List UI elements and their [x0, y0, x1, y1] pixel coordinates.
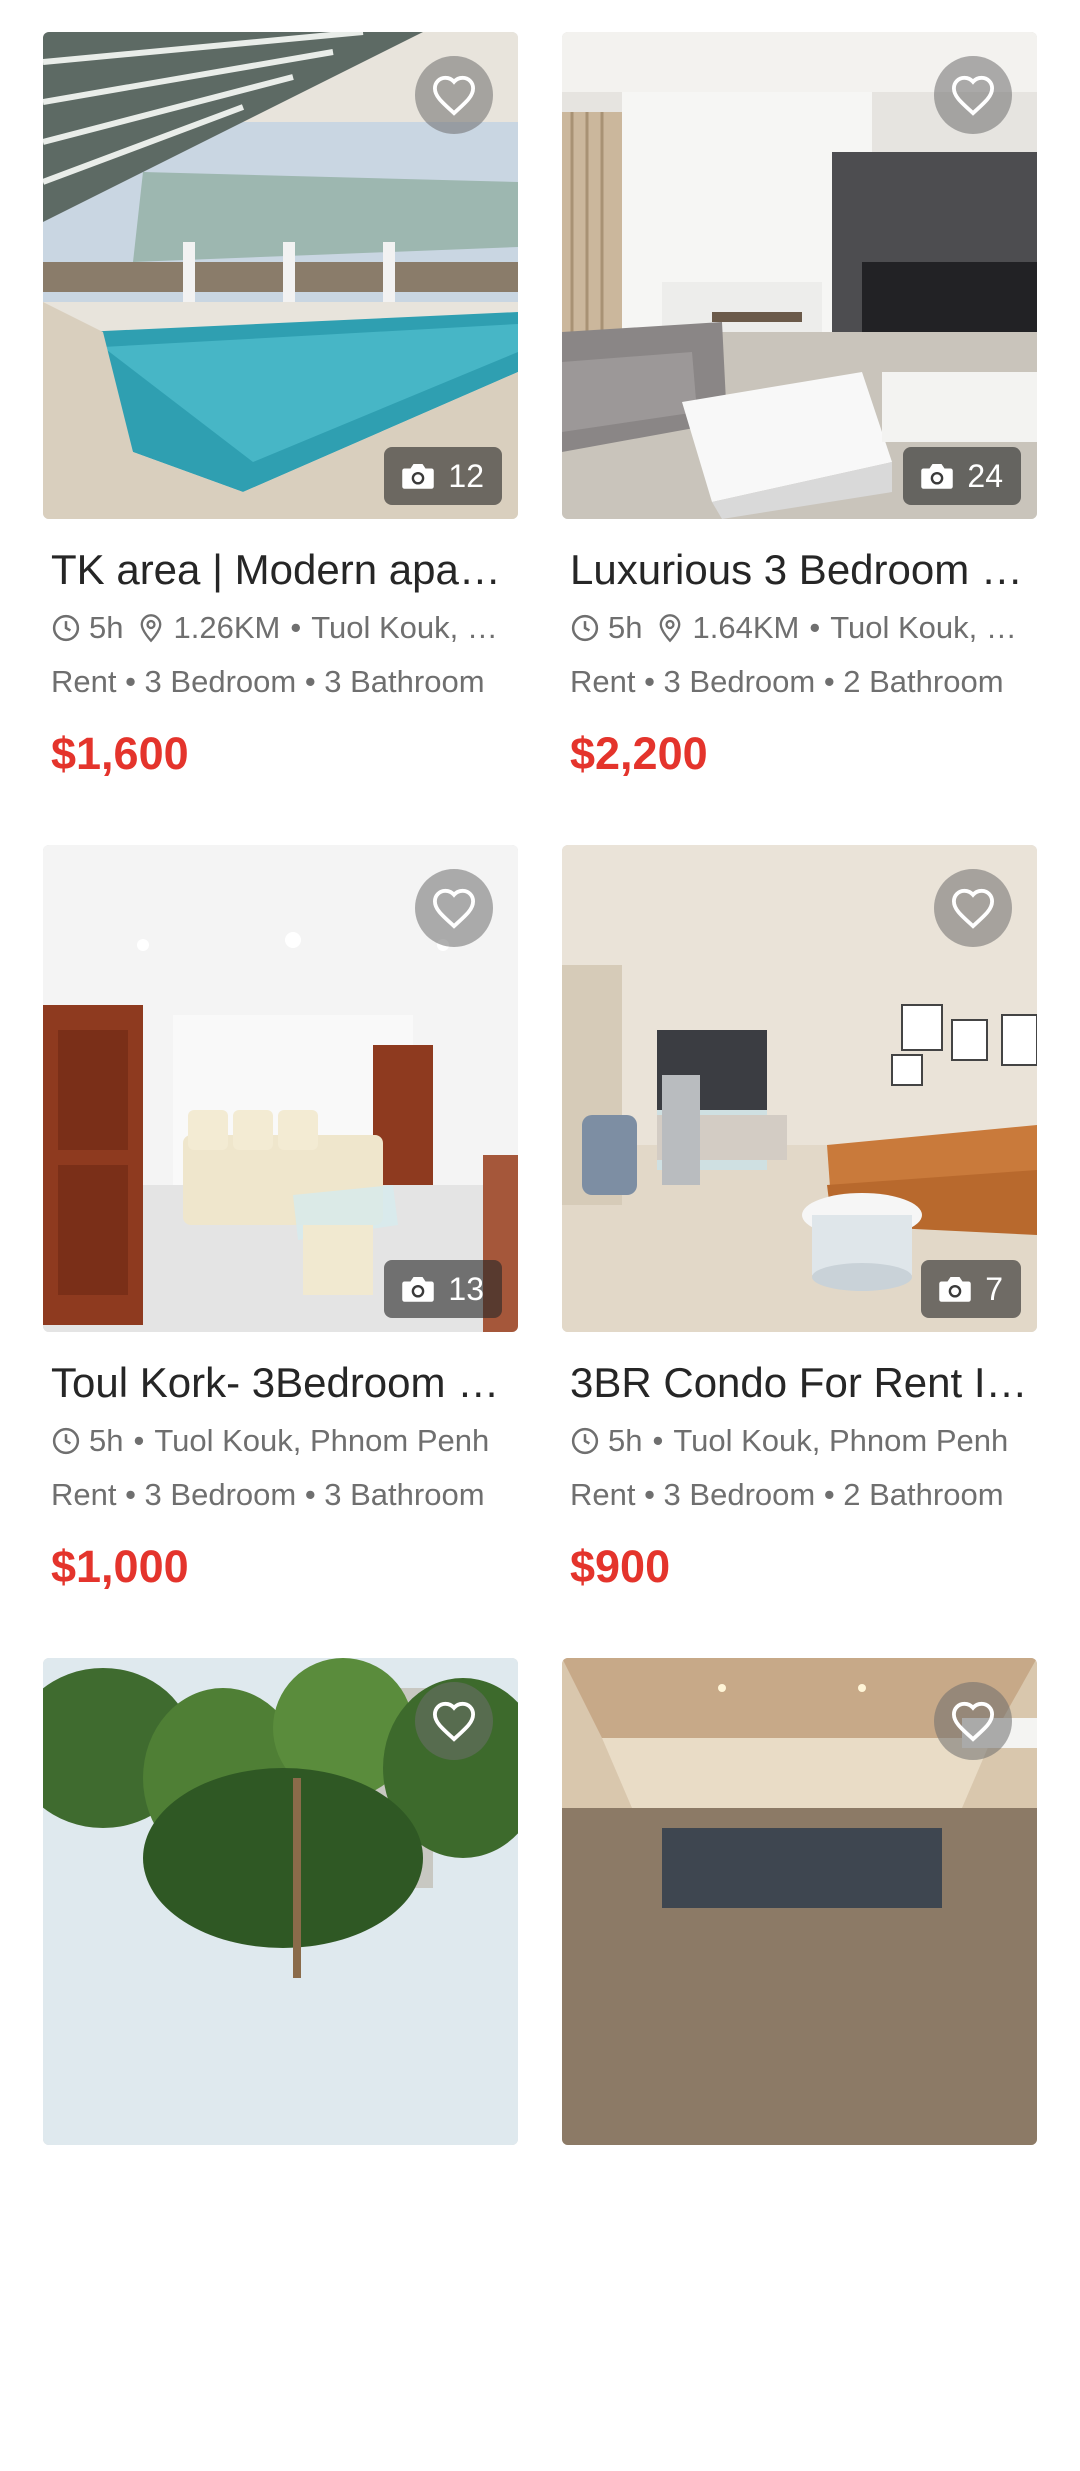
listing-location: Tuol Kouk, Phnom Penh [154, 1423, 490, 1458]
listing-location: Tuol Kouk, Phnom Penh [830, 610, 1030, 645]
listing-card[interactable]: 12 TK area | Modern apartment 5h 1.26KM … [43, 32, 518, 845]
favorite-button[interactable] [934, 56, 1012, 134]
listing-distance: 1.64KM [692, 610, 800, 645]
favorite-button[interactable] [415, 56, 493, 134]
listing-photo[interactable]: 13 [43, 845, 518, 1332]
camera-icon [402, 464, 435, 489]
listing-meta: 5h • Tuol Kouk, Phnom Penh [43, 1419, 511, 1463]
heart-outline-icon [432, 1701, 476, 1742]
listing-price: $900 [570, 1541, 671, 1592]
photo-count-text: 7 [985, 1270, 1003, 1307]
location-pin-icon [137, 613, 165, 643]
favorite-button[interactable] [934, 869, 1012, 947]
photo-count-badge[interactable]: 13 [384, 1260, 502, 1318]
listing-distance: 1.26KM [173, 610, 281, 645]
heart-outline-icon [951, 888, 995, 929]
listing-specs: Rent • 3 Bedroom • 2 Bathroom [570, 1477, 1004, 1512]
listing-photo[interactable]: 24 [562, 32, 1037, 519]
listing-title[interactable]: 3BR Condo For Rent In Tuol Kouk [562, 1357, 1030, 1409]
favorite-button[interactable] [415, 1682, 493, 1760]
photo-count-badge[interactable]: 7 [921, 1260, 1021, 1318]
listing-card[interactable]: 24 Luxurious 3 Bedroom Condo 5h 1.64KM •… [562, 32, 1037, 845]
heart-outline-icon [432, 75, 476, 116]
listing-price: $1,000 [51, 1541, 189, 1592]
clock-icon [570, 1426, 600, 1456]
listing-card[interactable] [562, 1658, 1037, 2471]
listing-specs: Rent • 3 Bedroom • 3 Bathroom [51, 664, 485, 699]
listing-meta: 5h 1.26KM • Tuol Kouk, Phnom Penh [43, 606, 511, 650]
listing-price: $1,600 [51, 728, 189, 779]
listing-card[interactable] [43, 1658, 518, 2471]
listing-specs: Rent • 3 Bedroom • 2 Bathroom [570, 664, 1004, 699]
heart-outline-icon [432, 888, 476, 929]
listing-card[interactable]: 13 Toul Kork- 3Bedroom apartment 5h • Tu… [43, 845, 518, 1658]
listing-time: 5h [608, 610, 643, 645]
listing-card[interactable]: 7 3BR Condo For Rent In Tuol Kouk 5h • T… [562, 845, 1037, 1658]
listing-time: 5h [89, 610, 124, 645]
location-pin-icon [656, 613, 684, 643]
listing-photo[interactable] [43, 1658, 518, 2145]
photo-count-badge[interactable]: 24 [903, 447, 1021, 505]
listing-time: 5h [608, 1423, 643, 1458]
listing-meta: 5h 1.64KM • Tuol Kouk, Phnom Penh [562, 606, 1030, 650]
clock-icon [570, 613, 600, 643]
listing-specs: Rent • 3 Bedroom • 3 Bathroom [51, 1477, 485, 1512]
clock-icon [51, 613, 81, 643]
heart-outline-icon [951, 75, 995, 116]
clock-icon [51, 1426, 81, 1456]
listing-photo[interactable]: 12 [43, 32, 518, 519]
photo-count-badge[interactable]: 12 [384, 447, 502, 505]
listings-grid: 12 TK area | Modern apartment 5h 1.26KM … [43, 32, 1037, 2471]
listing-title[interactable]: Luxurious 3 Bedroom Condo [562, 544, 1030, 596]
listing-photo[interactable] [562, 1658, 1037, 2145]
camera-icon [939, 1277, 971, 1302]
listing-location: Tuol Kouk, Phnom Penh [673, 1423, 1009, 1458]
photo-count-text: 24 [967, 457, 1003, 494]
listing-price: $2,200 [570, 728, 708, 779]
camera-icon [921, 464, 954, 489]
listing-location: Tuol Kouk, Phnom Penh [311, 610, 511, 645]
heart-outline-icon [951, 1701, 995, 1742]
listing-title[interactable]: TK area | Modern apartment [43, 544, 511, 596]
listing-time: 5h [89, 1423, 124, 1458]
camera-icon [402, 1277, 435, 1302]
favorite-button[interactable] [415, 869, 493, 947]
photo-count-text: 12 [448, 457, 484, 494]
listing-meta: 5h • Tuol Kouk, Phnom Penh [562, 1419, 1030, 1463]
photo-count-text: 13 [448, 1270, 484, 1307]
favorite-button[interactable] [934, 1682, 1012, 1760]
listing-photo[interactable]: 7 [562, 845, 1037, 1332]
listing-title[interactable]: Toul Kork- 3Bedroom apartment [43, 1357, 511, 1409]
